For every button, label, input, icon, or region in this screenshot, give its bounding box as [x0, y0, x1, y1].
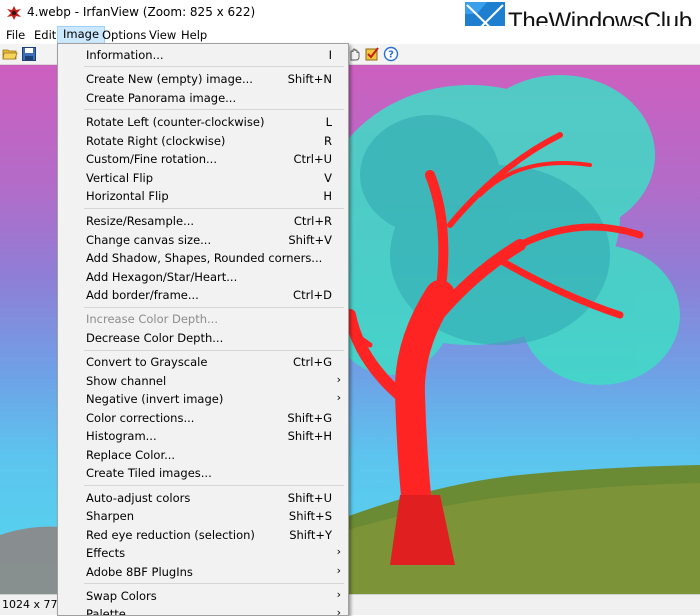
menu-item-increase-color-depth: Increase Color Depth...: [86, 312, 218, 326]
menu-item-palette[interactable]: Palette ›: [58, 605, 348, 616]
menu-file[interactable]: File: [1, 27, 30, 43]
menu-separator: [84, 109, 344, 110]
submenu-arrow-icon: ›: [336, 391, 341, 404]
menu-item-decrease-color-depth[interactable]: Decrease Color Depth...: [58, 329, 348, 347]
checklist-icon[interactable]: [364, 46, 380, 62]
menu-separator: [84, 208, 344, 209]
image-menu-dropdown: Information... I Create New (empty) image…: [57, 43, 349, 616]
menu-item-create-new-image[interactable]: Create New (empty) image... Shift+N: [58, 70, 348, 88]
menu-item-rotate-right[interactable]: Rotate Right (clockwise) R: [58, 132, 348, 150]
menu-item-vertical-flip[interactable]: Vertical Flip V: [58, 169, 348, 187]
menu-separator: [84, 66, 344, 67]
menu-separator: [84, 583, 344, 584]
submenu-arrow-icon: ›: [336, 545, 341, 558]
menu-item-adobe-8bf-plugins[interactable]: Adobe 8BF PlugIns ›: [58, 563, 348, 581]
help-icon[interactable]: ?: [383, 46, 399, 62]
menu-item-create-tiled-images[interactable]: Create Tiled images...: [58, 464, 348, 482]
menu-item-color-corrections[interactable]: Color corrections... Shift+G: [58, 409, 348, 427]
menu-item-auto-adjust-colors[interactable]: Auto-adjust colors Shift+U: [58, 489, 348, 507]
menu-item-custom-rotation[interactable]: Custom/Fine rotation... Ctrl+U: [58, 150, 348, 168]
irfanview-app-icon[interactable]: [6, 5, 22, 21]
menu-item-add-border-frame[interactable]: Add border/frame... Ctrl+D: [58, 286, 348, 304]
submenu-arrow-icon: ›: [336, 588, 341, 601]
menu-item-sharpen[interactable]: Sharpen Shift+S: [58, 507, 348, 525]
menu-item-red-eye-reduction[interactable]: Red eye reduction (selection) Shift+Y: [58, 526, 348, 544]
menu-item-show-channel[interactable]: Show channel ›: [58, 372, 348, 390]
submenu-arrow-icon: ›: [336, 606, 341, 616]
menu-item-information[interactable]: Information... I: [58, 46, 348, 64]
submenu-arrow-icon: ›: [336, 564, 341, 577]
save-icon[interactable]: [21, 46, 37, 62]
menu-item-horizontal-flip[interactable]: Horizontal Flip H: [58, 187, 348, 205]
menu-separator: [84, 485, 344, 486]
window-title: 4.webp - IrfanView (Zoom: 825 x 622): [27, 5, 256, 19]
menu-item-convert-grayscale[interactable]: Convert to Grayscale Ctrl+G: [58, 353, 348, 371]
menu-item-add-shadow-shapes[interactable]: Add Shadow, Shapes, Rounded corners...: [58, 249, 348, 267]
menu-item-resize-resample[interactable]: Resize/Resample... Ctrl+R: [58, 212, 348, 230]
menu-item-create-panorama[interactable]: Create Panorama image...: [58, 89, 348, 107]
menu-item-effects[interactable]: Effects ›: [58, 544, 348, 562]
menu-bar: File Edit Image Options View Help: [0, 26, 700, 44]
open-folder-icon[interactable]: [2, 46, 18, 62]
menu-separator: [84, 350, 344, 351]
menu-help[interactable]: Help: [176, 27, 212, 43]
menu-item-change-canvas-size[interactable]: Change canvas size... Shift+V: [58, 231, 348, 249]
menu-item-rotate-left[interactable]: Rotate Left (counter-clockwise) L: [58, 113, 348, 131]
menu-item-histogram[interactable]: Histogram... Shift+H: [58, 427, 348, 445]
menu-separator: [84, 307, 344, 308]
menu-item-add-hexagon-star[interactable]: Add Hexagon/Star/Heart...: [58, 268, 348, 286]
menu-item-replace-color[interactable]: Replace Color...: [58, 446, 348, 464]
submenu-arrow-icon: ›: [336, 373, 341, 386]
menu-item-negative[interactable]: Negative (invert image) ›: [58, 390, 348, 408]
svg-text:?: ?: [388, 50, 394, 61]
menu-item-swap-colors[interactable]: Swap Colors ›: [58, 587, 348, 605]
